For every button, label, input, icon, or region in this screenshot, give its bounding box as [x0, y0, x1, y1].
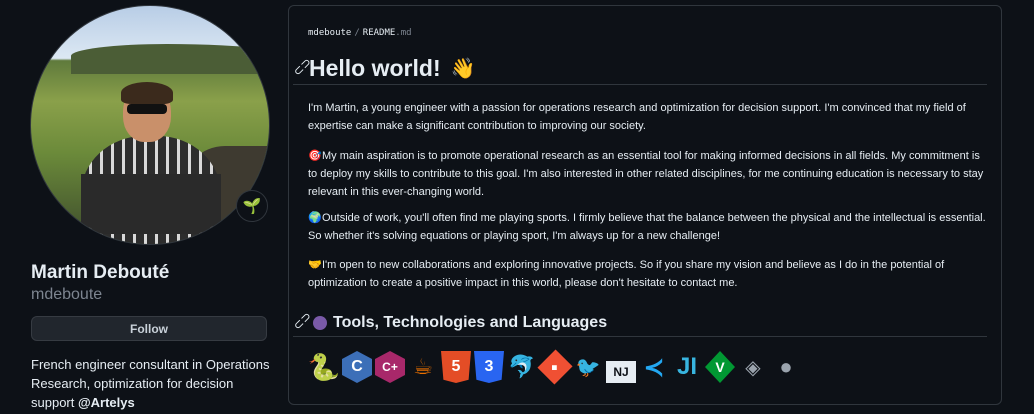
avatar[interactable] — [30, 5, 270, 245]
heading-title: Hello world! — [309, 55, 441, 81]
bio-org-link[interactable]: @Artelys — [78, 395, 135, 410]
paragraph-sports: 🌍Outside of work, you'll often find me p… — [308, 209, 988, 245]
css3-icon[interactable]: 3 — [474, 351, 504, 383]
vscode-icon[interactable]: ≺ — [639, 351, 669, 383]
avatar-hill — [71, 44, 269, 74]
wave-icon: 👋 — [450, 58, 476, 80]
breadcrumb-ext: .md — [395, 28, 412, 38]
anchor-link-icon[interactable]: ⊂⊃ — [290, 308, 314, 332]
apple-icon[interactable]: ● — [771, 351, 801, 383]
breadcrumb: mdeboute / README.md — [308, 28, 412, 38]
mysql-icon[interactable]: 🐬 — [507, 351, 537, 383]
breadcrumb-file[interactable]: README — [363, 28, 396, 38]
profile-login: mdeboute — [31, 286, 103, 303]
bird-icon[interactable]: 🐦 — [573, 351, 603, 383]
profile-bio: French engineer consultant in Operations… — [31, 355, 271, 412]
follow-button[interactable]: Follow — [31, 316, 267, 341]
profile-name: Martin Debouté — [31, 262, 170, 283]
tools-heading: ⊂⊃ Tools, Technologies and Languages — [290, 308, 987, 337]
git-icon[interactable]: ◆ — [537, 349, 573, 385]
readme-heading: ⊂⊃ Hello world! 👋 — [290, 53, 987, 85]
cpp-icon[interactable]: C+ — [375, 351, 405, 383]
bio-text: French engineer consultant in Operations… — [31, 357, 270, 410]
anchor-link-icon[interactable]: ⊂⊃ — [290, 54, 314, 78]
java-icon[interactable]: ☕ — [408, 351, 438, 383]
tools-heading-title: Tools, Technologies and Languages — [333, 313, 608, 331]
paragraph-text: Outside of work, you'll often find me pl… — [308, 212, 986, 242]
profile-sidebar: 🌱 Martin Debouté mdeboute Follow French … — [30, 0, 270, 414]
paragraph-text: My main aspiration is to promote operati… — [308, 150, 984, 198]
c-icon[interactable]: C — [342, 351, 372, 383]
breadcrumb-owner[interactable]: mdeboute — [308, 28, 351, 38]
unity-icon[interactable]: ◈ — [738, 351, 768, 383]
paragraph-aspiration: 🎯My main aspiration is to promote operat… — [308, 147, 988, 201]
nodejs-icon[interactable]: NJ — [606, 361, 636, 383]
readme-card: mdeboute / README.md ⊂⊃ Hello world! 👋 I'm… — [288, 5, 1002, 405]
breadcrumb-separator: / — [354, 28, 360, 38]
html5-icon[interactable]: 5 — [441, 351, 471, 383]
seedling-icon: 🌱 — [242, 198, 262, 215]
avatar-sunglasses — [127, 104, 167, 114]
julia-icon[interactable]: JI — [672, 351, 702, 383]
paragraph-intro: I'm Martin, a young engineer with a pass… — [308, 99, 988, 135]
python-icon[interactable]: 🐍 — [308, 351, 340, 383]
paragraph-text: I'm open to new collaborations and explo… — [308, 259, 945, 289]
avatar-sweater — [81, 136, 221, 244]
globe-icon: 🌍 — [308, 212, 322, 224]
status-badge[interactable]: 🌱 — [236, 190, 268, 222]
paragraph-text: I'm Martin, a young engineer with a pass… — [308, 102, 966, 132]
handshake-icon: 🤝 — [308, 259, 322, 271]
avatar-person — [71, 82, 221, 244]
crystal-ball-icon — [313, 315, 327, 330]
tools-icon-row: 🐍 C C+ ☕ 5 3 🐬 ◆ 🐦 NJ ≺ JI V ◈ ● — [308, 347, 801, 385]
vim-icon[interactable]: V — [705, 351, 735, 383]
target-icon: 🎯 — [308, 150, 322, 162]
avatar-hair — [121, 82, 173, 104]
paragraph-collaboration: 🤝I'm open to new collaborations and expl… — [308, 256, 988, 292]
